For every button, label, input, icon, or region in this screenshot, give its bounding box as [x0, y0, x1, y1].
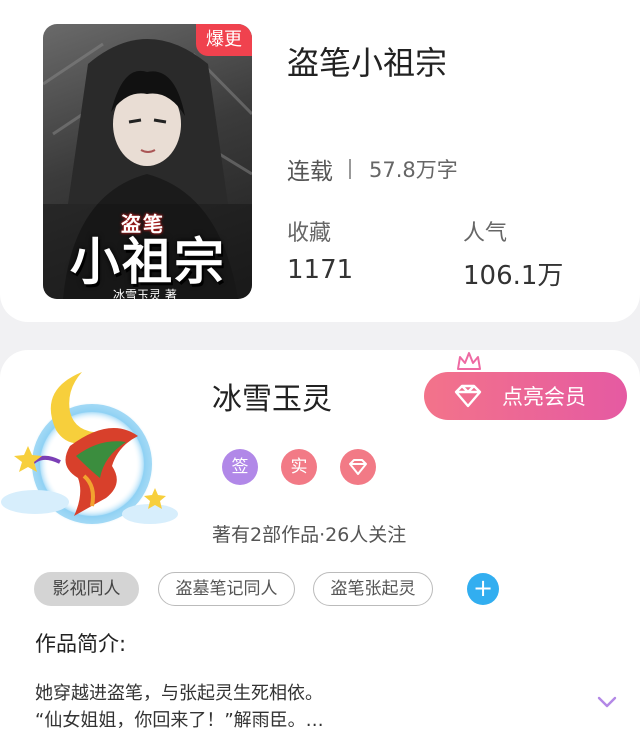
diamond-icon — [349, 459, 367, 475]
book-status-row: 连载 57.8万字 — [287, 152, 458, 186]
popularity-label: 人气 — [463, 221, 508, 246]
author-name[interactable]: 冰雪玉灵 — [212, 374, 332, 418]
synopsis-line: 她穿越进盗笔，与张起灵生死相依。 — [35, 683, 323, 704]
cover-title-text: 小祖宗 — [70, 232, 226, 291]
tag-tomb-notes-fanfic[interactable]: 盗墓笔记同人 — [158, 572, 295, 606]
cover-author-text: 冰雪玉灵 著 — [113, 288, 177, 299]
chevron-down-icon[interactable] — [596, 694, 618, 710]
favorites-value: 1171 — [287, 255, 354, 285]
hot-update-badge: 爆更 — [196, 24, 252, 56]
synopsis-line: “仙女姐姐，你回来了！”解雨臣。… — [35, 710, 324, 731]
status-divider — [349, 159, 351, 179]
diamond-icon — [454, 384, 482, 408]
popularity-value: 106.1万 — [463, 261, 564, 291]
favorites-label: 收藏 — [287, 221, 332, 246]
activate-membership-button[interactable]: 点亮会员 — [424, 372, 627, 420]
word-count: 57.8万字 — [369, 158, 458, 182]
plus-icon: + — [472, 574, 494, 602]
member-button-label: 点亮会员 — [502, 385, 586, 409]
works-and-followers: 著有2部作品·26人关注 — [212, 524, 407, 546]
serial-status: 连载 — [287, 159, 333, 185]
tag-film-fanfic[interactable]: 影视同人 — [34, 572, 139, 606]
signed-author-badge[interactable]: 签 — [222, 449, 258, 485]
verified-badge[interactable]: 实 — [281, 449, 317, 485]
tag-zhang-qiling[interactable]: 盗笔张起灵 — [313, 572, 433, 606]
book-cover[interactable]: 爆更 盗笔 小祖宗 冰雪玉灵 著 — [43, 24, 252, 299]
synopsis-text[interactable]: 她穿越进盗笔，与张起灵生死相依。 “仙女姐姐，你回来了！”解雨臣。… — [35, 680, 595, 734]
book-info-card: 爆更 盗笔 小祖宗 冰雪玉灵 著 盗笔小祖宗 连载 57.8万字 收藏 1171… — [0, 0, 640, 322]
author-avatar[interactable] — [0, 366, 190, 536]
crown-icon — [457, 352, 481, 370]
add-tag-button[interactable]: + — [467, 573, 499, 605]
member-badge[interactable] — [340, 449, 376, 485]
synopsis-heading: 作品简介: — [35, 632, 127, 656]
book-title: 盗笔小祖宗 — [287, 44, 448, 82]
